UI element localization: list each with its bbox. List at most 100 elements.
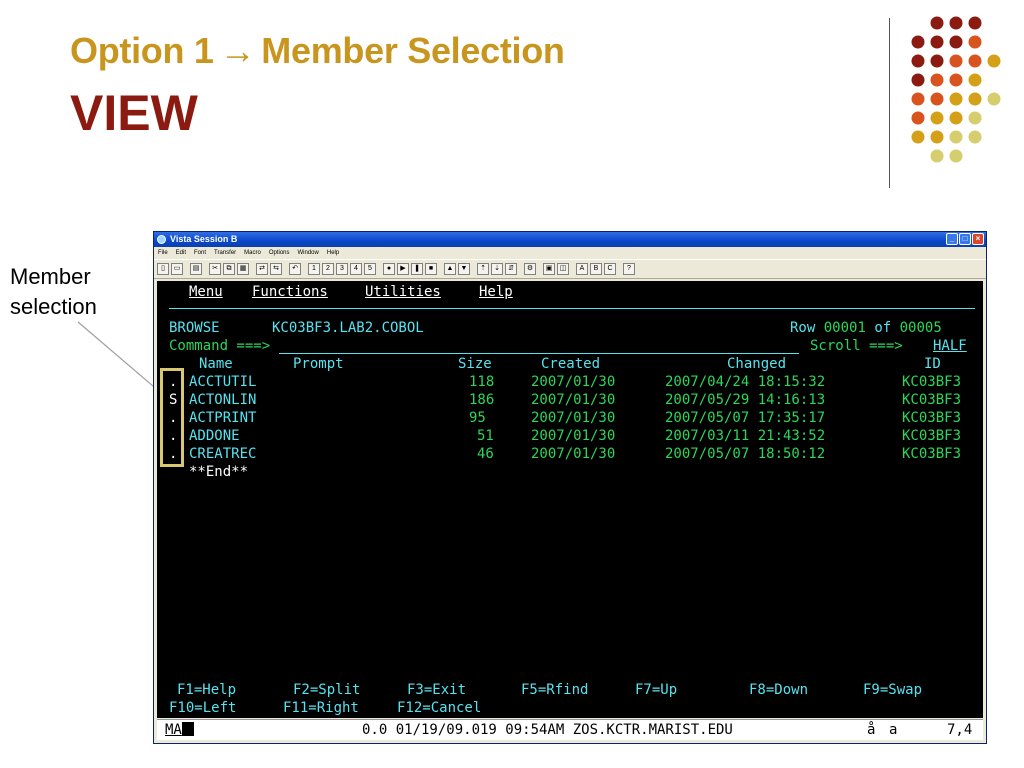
window-title: Vista Session B [170,234,238,244]
fkey-f5[interactable]: F5=Rfind [521,681,588,699]
decorative-dot [930,111,944,125]
session-icon[interactable]: ◫ [557,263,569,275]
menu-edit[interactable]: Edit [176,247,186,259]
member-changed: 2007/05/07 18:50:12 [665,446,826,462]
macro-4-icon[interactable]: 4 [350,263,362,275]
transfer-icon[interactable]: ⇵ [505,263,517,275]
fkey-f1[interactable]: F1=Help [177,681,236,699]
play-icon[interactable]: ▶ [397,263,409,275]
clipboard-icon[interactable]: ▣ [543,263,555,275]
pause-icon[interactable]: ❚ [411,263,423,275]
open-icon[interactable]: ▭ [171,263,183,275]
menu-transfer[interactable]: Transfer [214,247,236,259]
member-changed: 2007/05/29 14:16:13 [665,392,826,408]
member-created: 2007/01/30 [531,428,616,444]
decorative-dot [949,35,963,49]
ispf-menu-utilities[interactable]: Utilities [365,283,441,301]
receive-file-icon[interactable]: ⇣ [491,263,503,275]
dataset-name: KC03BF3.LAB2.COBOL [272,320,424,336]
decorative-dot [968,16,982,30]
menu-window[interactable]: Window [298,247,319,259]
send-file-icon[interactable]: ⇡ [477,263,489,275]
member-id: KC03BF3 [902,428,962,444]
session-b-icon[interactable]: B [590,263,602,275]
menu-file[interactable]: File [158,247,168,259]
menu-options[interactable]: Options [269,247,290,259]
decorative-dot [949,149,963,163]
member-changed: 2007/03/11 21:43:52 [665,428,826,444]
fkey-f9[interactable]: F9=Swap [863,681,922,699]
session-a-icon[interactable]: A [576,263,588,275]
menu-macro[interactable]: Macro [244,247,261,259]
decorative-dot [987,54,1001,68]
member-id: KC03BF3 [902,374,962,390]
decorative-dot [911,35,925,49]
disconnect-icon[interactable]: ⇆ [270,263,282,275]
fkey-f11[interactable]: F11=Right [283,699,359,717]
menu-help[interactable]: Help [327,247,339,259]
column-header-name: Name [199,356,233,372]
arrow-up-icon[interactable]: ▲ [444,263,456,275]
minimize-button[interactable]: _ [946,233,958,245]
selection-column-highlight [160,368,184,467]
stop-icon[interactable]: ■ [425,263,437,275]
arrow-down-icon[interactable]: ▼ [458,263,470,275]
member-row[interactable]: . CREATREC 46 2007/01/30 2007/05/07 18:5… [157,445,983,463]
scroll-field[interactable]: HALF [933,337,967,355]
session-c-icon[interactable]: C [604,263,616,275]
fkey-f12[interactable]: F12=Cancel [397,699,481,717]
fkey-f8[interactable]: F8=Down [749,681,808,699]
paste-icon[interactable]: ▦ [237,263,249,275]
member-size: 118 [469,374,495,390]
print-icon[interactable]: ▤ [190,263,202,275]
decorative-dot [930,149,944,163]
macro-2-icon[interactable]: 2 [322,263,334,275]
close-button[interactable]: × [972,233,984,245]
help-icon[interactable]: ? [623,263,635,275]
command-input[interactable] [279,353,799,354]
column-header-changed: Changed [727,356,787,372]
undo-icon[interactable]: ↶ [289,263,301,275]
window-toolbar: ▯ ▭ ▤ ✂ ⧉ ▦ ⇄ ⇆ ↶ 1 2 3 4 5 ● ▶ ❚ ■ ▲ ▼ … [154,259,986,279]
fkey-f2[interactable]: F2=Split [293,681,360,699]
member-row[interactable]: . ACTPRINT 95 2007/01/30 2007/05/07 17:3… [157,409,983,427]
window-menubar: File Edit Font Transfer Macro Options Wi… [154,247,986,259]
cut-icon[interactable]: ✂ [209,263,221,275]
decorative-dot [949,54,963,68]
member-row[interactable]: . ADDONE 51 2007/01/30 2007/03/11 21:43:… [157,427,983,445]
status-bar: MA 0.0 01/19/09.019 09:54AM ZOS.KCTR.MAR… [157,719,983,740]
fkey-f10[interactable]: F10=Left [169,699,236,717]
status-info: 0.0 01/19/09.019 09:54AM ZOS.KCTR.MARIST… [362,722,733,738]
ispf-menu-help[interactable]: Help [479,283,513,301]
member-created: 2007/01/30 [531,446,616,462]
fkey-f3[interactable]: F3=Exit [407,681,466,699]
macro-1-icon[interactable]: 1 [308,263,320,275]
user-icon: å [867,722,876,738]
macro-3-icon[interactable]: 3 [336,263,348,275]
window-titlebar[interactable]: Vista Session B _ □ × [154,232,986,247]
member-created: 2007/01/30 [531,410,616,426]
decorative-dot [911,130,925,144]
column-header-size: Size [458,356,492,372]
member-id: KC03BF3 [902,392,962,408]
decorative-dot [968,35,982,49]
record-icon[interactable]: ● [383,263,395,275]
connect-icon[interactable]: ⇄ [256,263,268,275]
settings-icon[interactable]: ⚙ [524,263,536,275]
member-row[interactable]: S ACTONLIN 186 2007/01/30 2007/05/29 14:… [157,391,983,409]
member-row[interactable]: . ACCTUTIL 118 2007/01/30 2007/04/24 18:… [157,373,983,391]
menu-font[interactable]: Font [194,247,206,259]
fkey-f7[interactable]: F7=Up [635,681,677,699]
copy-icon[interactable]: ⧉ [223,263,235,275]
member-id: KC03BF3 [902,410,962,426]
ispf-menu-menu[interactable]: Menu [189,283,223,301]
terminal-screen[interactable]: Menu Functions Utilities Help BROWSE KC0… [157,281,983,718]
new-icon[interactable]: ▯ [157,263,169,275]
decorative-dot [930,54,944,68]
cursor-block [181,722,194,736]
maximize-button[interactable]: □ [959,233,971,245]
decorative-dot [930,16,944,30]
macro-5-icon[interactable]: 5 [364,263,376,275]
ispf-menu-functions[interactable]: Functions [252,283,328,301]
decorative-dot [911,73,925,87]
